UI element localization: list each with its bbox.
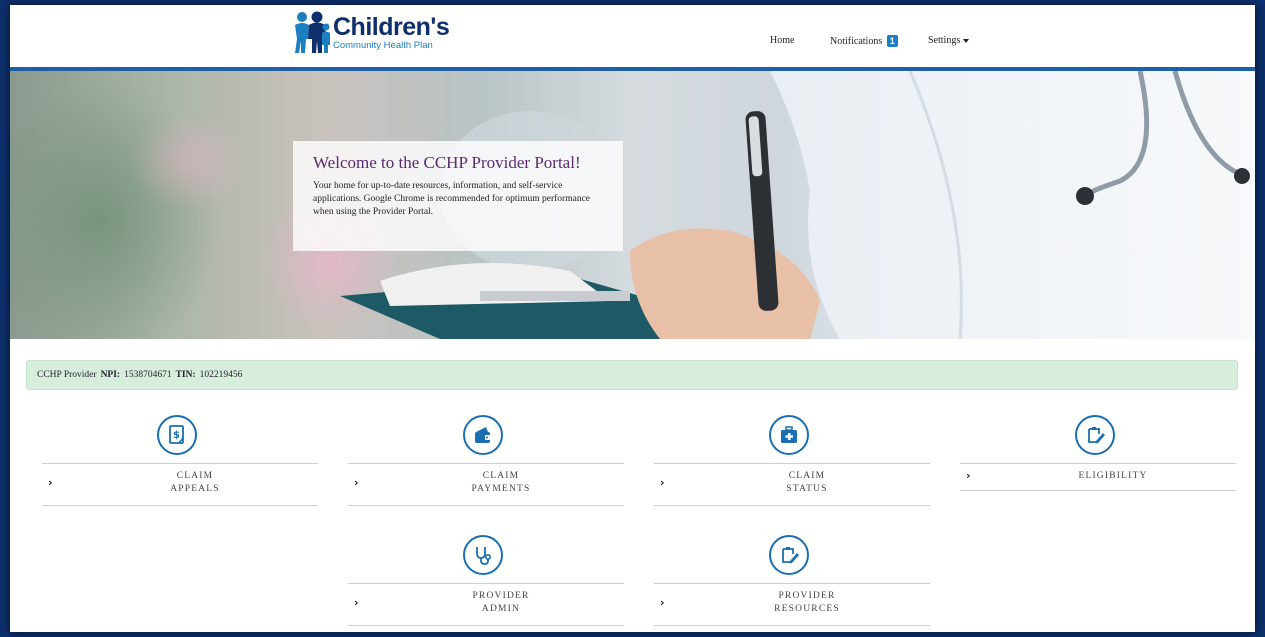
tile-claim-payments: › CLAIM PAYMENTS	[348, 415, 624, 515]
tin-label: TIN:	[175, 370, 196, 380]
chevron-right-icon: ›	[354, 596, 359, 609]
tile-label-line2: PAYMENTS	[471, 484, 531, 494]
clipboard-edit-icon[interactable]	[1075, 415, 1115, 455]
claim-payments-button[interactable]: › CLAIM PAYMENTS	[348, 463, 624, 506]
chevron-right-icon: ›	[354, 476, 359, 489]
stethoscope-icon[interactable]	[463, 535, 503, 575]
hero-banner: Welcome to the CCHP Provider Portal! You…	[10, 71, 1255, 339]
provider-resources-label: PROVIDER RESOURCES	[694, 590, 920, 616]
notifications-count-badge: 1	[886, 35, 898, 47]
chevron-right-icon: ›	[966, 469, 971, 482]
npi-value: 1538704671	[124, 370, 172, 380]
tile-label-line2: ADMIN	[481, 604, 521, 614]
provider-info-bar: CCHP Provider NPI: 1538704671 TIN: 10221…	[26, 360, 1238, 390]
chevron-right-icon: ›	[660, 476, 665, 489]
provider-admin-button[interactable]: › PROVIDER ADMIN	[348, 583, 624, 626]
top-navigation-bar: Children's Community Health Plan Home No…	[10, 5, 1255, 67]
wallet-icon[interactable]	[463, 415, 503, 455]
eligibility-label: ELIGIBILITY	[1000, 470, 1226, 483]
provider-resources-button[interactable]: › PROVIDER RESOURCES	[654, 583, 930, 626]
nav-settings-label: Settings	[928, 35, 961, 46]
claim-appeals-button[interactable]: › CLAIM APPEALS	[42, 463, 318, 506]
nav-notifications-label: Notifications	[830, 36, 883, 47]
claim-payments-label: CLAIM PAYMENTS	[388, 470, 614, 496]
svg-text:$: $	[173, 430, 180, 441]
portal-window: Children's Community Health Plan Home No…	[10, 5, 1255, 632]
provider-admin-label: PROVIDER ADMIN	[388, 590, 614, 616]
doctor-writing-photo	[10, 71, 1255, 339]
welcome-text: Your home for up-to-date resources, info…	[313, 181, 591, 217]
tile-label-line2: RESOURCES	[774, 604, 840, 614]
claim-appeals-label: CLAIM APPEALS	[82, 470, 308, 496]
tile-label-line1: PROVIDER	[472, 591, 530, 601]
tile-claim-appeals: $ › CLAIM APPEALS	[42, 415, 318, 515]
tin-value: 102219456	[199, 370, 243, 380]
family-logo-icon	[295, 11, 330, 53]
tile-provider-resources: › PROVIDER RESOURCES	[654, 535, 930, 632]
cchp-logo[interactable]: Children's Community Health Plan	[293, 11, 450, 55]
logo-wordmark: Children's	[333, 13, 450, 42]
provider-name: CCHP Provider	[37, 370, 97, 380]
clipboard-edit-icon[interactable]	[769, 535, 809, 575]
nav-settings-dropdown[interactable]: Settings	[928, 35, 970, 46]
nav-notifications-link[interactable]: Notifications 1	[830, 35, 898, 47]
tile-label-line1: CLAIM	[482, 471, 520, 481]
tile-label-line2: STATUS	[786, 484, 828, 494]
nav-home-link[interactable]: Home	[770, 35, 794, 46]
caret-down-icon	[963, 38, 970, 43]
npi-label: NPI:	[100, 370, 121, 380]
tile-label-line2: APPEALS	[170, 484, 220, 494]
chevron-right-icon: ›	[48, 476, 53, 489]
chevron-right-icon: ›	[660, 596, 665, 609]
tile-label-line1: CLAIM	[788, 471, 826, 481]
welcome-title: Welcome to the CCHP Provider Portal!	[313, 153, 581, 172]
claim-status-button[interactable]: › CLAIM STATUS	[654, 463, 930, 506]
logo-tagline: Community Health Plan	[333, 40, 433, 52]
medical-kit-icon[interactable]	[769, 415, 809, 455]
tile-label-line1: CLAIM	[176, 471, 214, 481]
tile-claim-status: › CLAIM STATUS	[654, 415, 930, 515]
tile-label-line1: ELIGIBILITY	[1078, 471, 1148, 481]
dollar-document-icon[interactable]: $	[157, 415, 197, 455]
tile-label-line1: PROVIDER	[778, 591, 836, 601]
tile-provider-admin: › PROVIDER ADMIN	[348, 535, 624, 632]
eligibility-button[interactable]: › ELIGIBILITY	[960, 463, 1236, 491]
welcome-panel: Welcome to the CCHP Provider Portal! You…	[293, 141, 623, 251]
tile-eligibility: › ELIGIBILITY	[960, 415, 1236, 515]
claim-status-label: CLAIM STATUS	[694, 470, 920, 496]
